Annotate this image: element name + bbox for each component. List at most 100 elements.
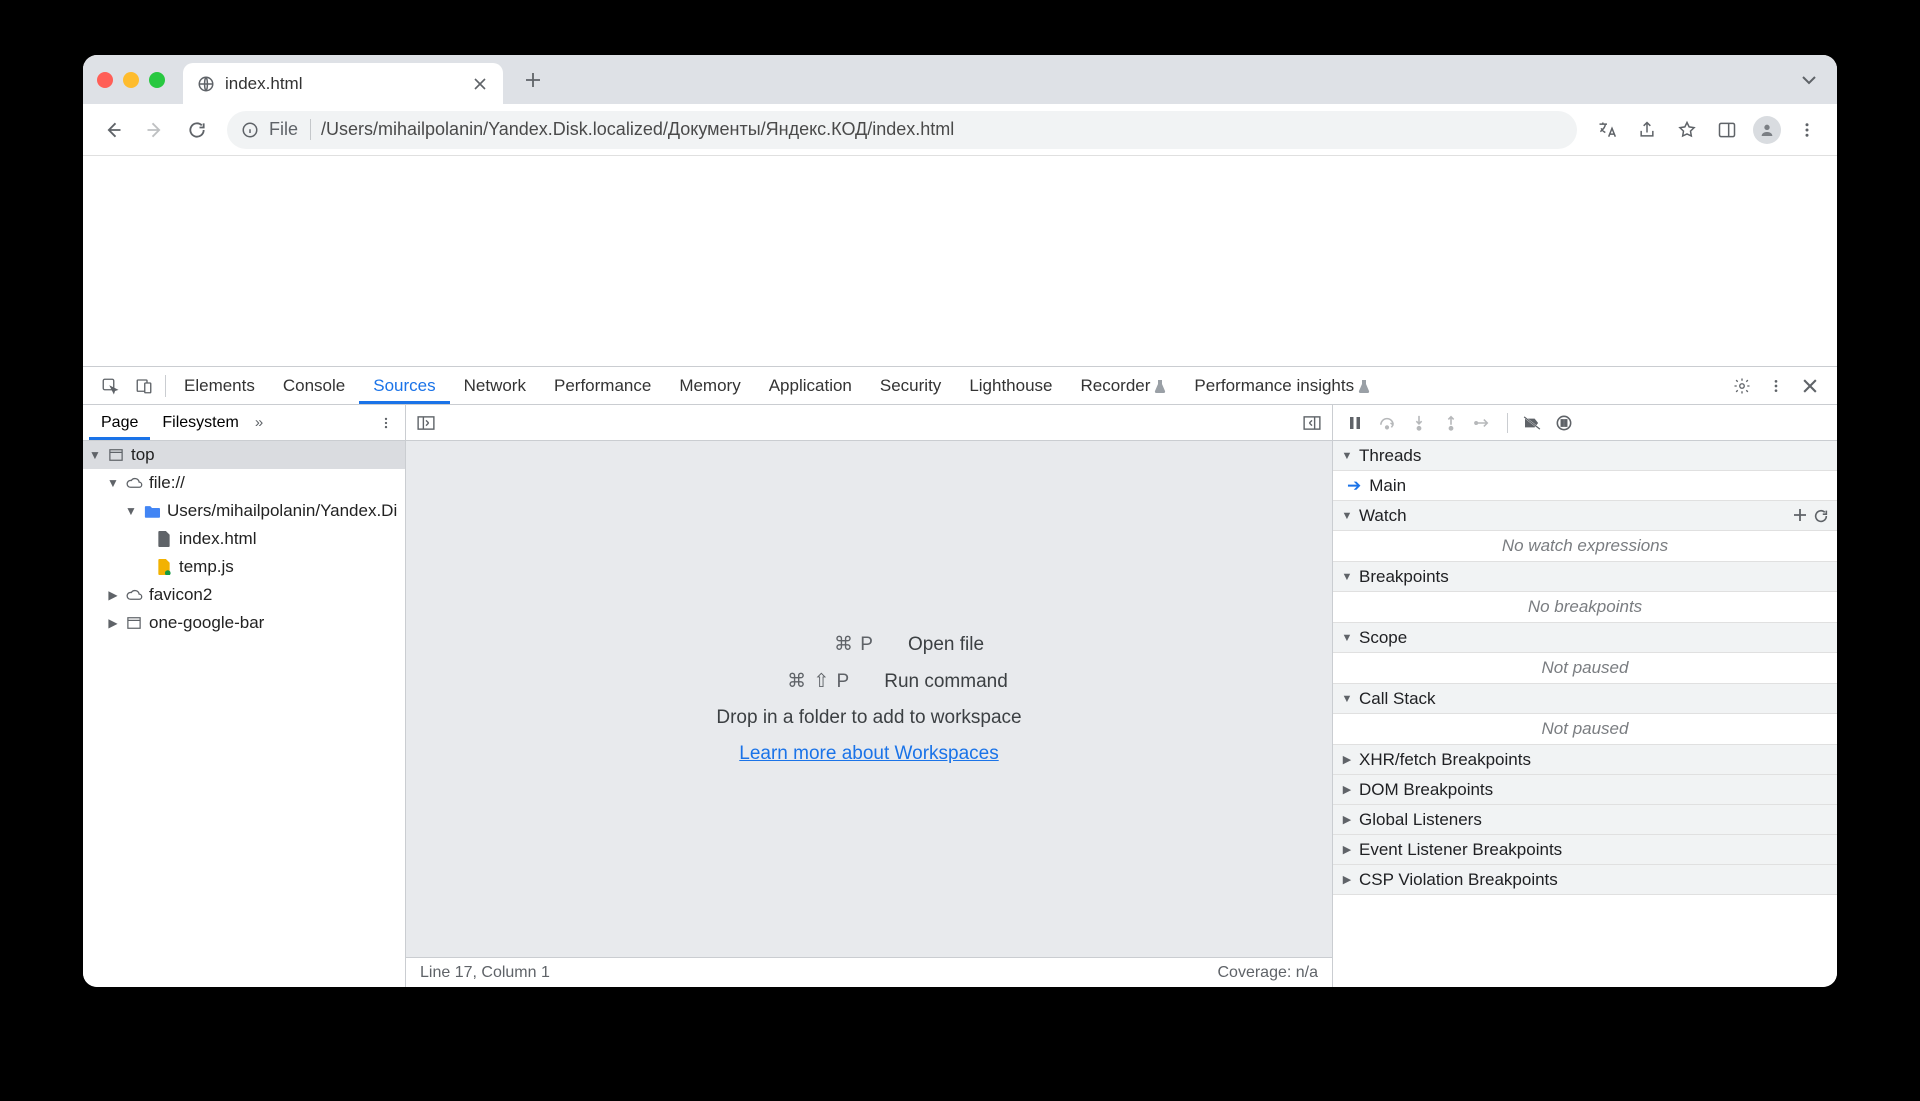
step-into-icon[interactable]: [1405, 409, 1433, 437]
devtools-menu-icon[interactable]: [1759, 371, 1793, 401]
devtools-body: Page Filesystem » ▼ top ▼: [83, 405, 1837, 987]
chevron-right-icon: ▶: [107, 616, 119, 630]
section-evt-label: Event Listener Breakpoints: [1359, 840, 1562, 860]
editor-toolbar: [406, 405, 1332, 441]
traffic-lights: [97, 72, 165, 88]
section-event-listener-breakpoints[interactable]: ▶ Event Listener Breakpoints: [1333, 835, 1837, 865]
section-global-listeners[interactable]: ▶ Global Listeners: [1333, 805, 1837, 835]
section-scope[interactable]: ▼ Scope: [1333, 623, 1837, 653]
toggle-debugger-icon[interactable]: [1298, 409, 1326, 437]
section-dom-breakpoints[interactable]: ▶ DOM Breakpoints: [1333, 775, 1837, 805]
navigator-menu-icon[interactable]: [371, 408, 401, 438]
section-watch[interactable]: ▼ Watch: [1333, 501, 1837, 531]
section-csp-breakpoints[interactable]: ▶ CSP Violation Breakpoints: [1333, 865, 1837, 895]
sources-navigator: Page Filesystem » ▼ top ▼: [83, 405, 406, 987]
js-file-icon: [155, 558, 173, 576]
deactivate-breakpoints-icon[interactable]: [1518, 409, 1546, 437]
window-minimize-button[interactable]: [123, 72, 139, 88]
inspect-element-icon[interactable]: [93, 371, 127, 401]
tree-ogb-label: one-google-bar: [149, 613, 264, 633]
pause-icon[interactable]: [1341, 409, 1369, 437]
tab-recorder[interactable]: Recorder: [1067, 367, 1181, 404]
tab-list-chevron-icon[interactable]: [1801, 75, 1823, 85]
share-icon[interactable]: [1629, 112, 1665, 148]
step-icon[interactable]: [1469, 409, 1497, 437]
tree-file-temp[interactable]: temp.js: [83, 553, 405, 581]
tab-console[interactable]: Console: [269, 367, 359, 404]
tab-performance[interactable]: Performance: [540, 367, 665, 404]
tab-elements[interactable]: Elements: [170, 367, 269, 404]
new-tab-button[interactable]: [515, 62, 551, 98]
section-breakpoints[interactable]: ▼ Breakpoints: [1333, 562, 1837, 592]
section-threads-label: Threads: [1359, 446, 1421, 466]
learn-workspaces-link[interactable]: Learn more about Workspaces: [739, 743, 998, 765]
tree-folder[interactable]: ▼ Users/mihailpolanin/Yandex.Di: [83, 497, 405, 525]
navigator-tabs: Page Filesystem »: [83, 405, 405, 441]
tree-file-temp-label: temp.js: [179, 557, 234, 577]
tree-file-index[interactable]: index.html: [83, 525, 405, 553]
browser-tab[interactable]: index.html: [183, 63, 503, 105]
folder-icon: [143, 502, 161, 520]
side-panel-icon[interactable]: [1709, 112, 1745, 148]
devtools-close-icon[interactable]: [1793, 371, 1827, 401]
refresh-watch-icon[interactable]: [1813, 508, 1829, 524]
tab-title: index.html: [225, 74, 461, 94]
site-info-icon[interactable]: [241, 121, 259, 139]
chevron-right-icon: ▶: [1341, 873, 1353, 886]
step-over-icon[interactable]: [1373, 409, 1401, 437]
profile-avatar[interactable]: [1749, 112, 1785, 148]
drop-folder-text: Drop in a folder to add to workspace: [716, 707, 1021, 729]
window-maximize-button[interactable]: [149, 72, 165, 88]
navigator-tabs-more-icon[interactable]: »: [255, 414, 263, 431]
chevron-down-icon: ▼: [1341, 571, 1353, 583]
browser-menu-icon[interactable]: [1789, 112, 1825, 148]
chevron-down-icon: ▼: [125, 504, 137, 518]
url-path: /Users/mihailpolanin/Yandex.Disk.localiz…: [321, 119, 954, 140]
tab-application[interactable]: Application: [755, 367, 866, 404]
forward-button[interactable]: [137, 112, 173, 148]
bookmark-star-icon[interactable]: [1669, 112, 1705, 148]
tab-close-button[interactable]: [471, 75, 489, 93]
add-watch-icon[interactable]: [1793, 508, 1807, 524]
tab-sources[interactable]: Sources: [359, 367, 449, 404]
devtools-settings-icon[interactable]: [1725, 371, 1759, 401]
pause-on-exceptions-icon[interactable]: [1550, 409, 1578, 437]
section-call-stack-label: Call Stack: [1359, 689, 1436, 709]
call-stack-empty: Not paused: [1333, 714, 1837, 745]
device-toggle-icon[interactable]: [127, 371, 161, 401]
active-thread-icon: ➔: [1347, 476, 1361, 496]
translate-icon[interactable]: [1589, 112, 1625, 148]
section-threads[interactable]: ▼ Threads: [1333, 441, 1837, 471]
back-button[interactable]: [95, 112, 131, 148]
open-file-label: Open file: [908, 634, 984, 656]
toggle-navigator-icon[interactable]: [412, 409, 440, 437]
step-out-icon[interactable]: [1437, 409, 1465, 437]
tab-perf-insights-label: Performance insights: [1194, 376, 1354, 396]
frame-icon: [107, 446, 125, 464]
window-close-button[interactable]: [97, 72, 113, 88]
section-csp-label: CSP Violation Breakpoints: [1359, 870, 1558, 890]
section-global-label: Global Listeners: [1359, 810, 1482, 830]
omnibox[interactable]: File /Users/mihailpolanin/Yandex.Disk.lo…: [227, 111, 1577, 149]
tab-recorder-label: Recorder: [1081, 376, 1151, 396]
tab-network[interactable]: Network: [450, 367, 540, 404]
tab-memory[interactable]: Memory: [665, 367, 754, 404]
section-xhr-breakpoints[interactable]: ▶ XHR/fetch Breakpoints: [1333, 745, 1837, 775]
tree-file-index-label: index.html: [179, 529, 256, 549]
tab-lighthouse[interactable]: Lighthouse: [955, 367, 1066, 404]
section-call-stack[interactable]: ▼ Call Stack: [1333, 684, 1837, 714]
thread-main[interactable]: ➔ Main: [1333, 471, 1837, 501]
tree-file-origin-label: file://: [149, 473, 185, 493]
tree-one-google-bar[interactable]: ▶ one-google-bar: [83, 609, 405, 637]
tree-top[interactable]: ▼ top: [83, 441, 405, 469]
navigator-tab-filesystem[interactable]: Filesystem: [150, 405, 250, 440]
chevron-down-icon: ▼: [1341, 450, 1353, 462]
run-command-shortcut: ⌘ ⇧ P: [730, 670, 850, 693]
debugger-sidebar: ▼ Threads ➔ Main ▼ Watch: [1333, 405, 1837, 987]
tab-security[interactable]: Security: [866, 367, 955, 404]
reload-button[interactable]: [179, 112, 215, 148]
navigator-tab-page[interactable]: Page: [89, 405, 150, 440]
tree-file-origin[interactable]: ▼ file://: [83, 469, 405, 497]
tree-favicon2[interactable]: ▶ favicon2: [83, 581, 405, 609]
tab-performance-insights[interactable]: Performance insights: [1180, 367, 1384, 404]
